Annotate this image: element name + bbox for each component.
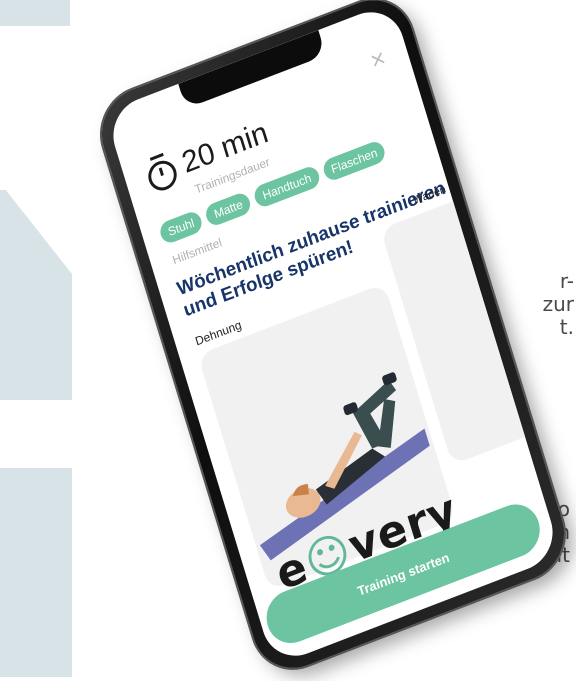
chip-flaschen[interactable]: Flaschen [320, 138, 388, 184]
info-panel-bottom [0, 468, 72, 677]
info-panel-middle-text: r- zur t. [542, 269, 574, 339]
chip-stuhl[interactable]: Stuhl [157, 209, 205, 246]
stopwatch-icon [148, 152, 177, 191]
chip-matte[interactable]: Matte [203, 190, 254, 228]
info-panel-middle [0, 190, 72, 400]
app-screen: × 20 min Trainingsdauer Stuhl Matte Hand… [104, 1, 562, 667]
close-icon[interactable]: × [366, 44, 389, 73]
phone-mockup: × 20 min Trainingsdauer Stuhl Matte Hand… [91, 0, 575, 681]
info-panel-top [0, 0, 70, 26]
